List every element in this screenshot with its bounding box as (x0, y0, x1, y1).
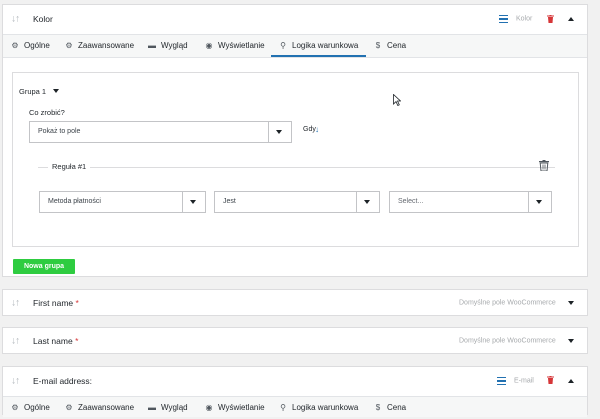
tab-zaawansowane[interactable]: ⚙ Zaawansowane (64, 35, 134, 57)
field-type-label: E-mail (514, 377, 534, 384)
field-panel-kolor: ↓↑ Kolor Kolor ⚙ Ogólne ⚙ Zaawansowane ▬ Wy… (2, 4, 588, 277)
rule-field-value: Metoda płatności (48, 198, 101, 205)
tab-wyswietlanie[interactable]: ◉ Wyświetlanie (204, 35, 265, 57)
rule-field-select[interactable]: Metoda płatności (39, 191, 206, 213)
field-header-kolor[interactable]: ↓↑ Kolor Kolor (3, 5, 587, 33)
dollar-icon: $ (375, 403, 381, 412)
tab-logika-warunkowa[interactable]: ⚲ Logika warunkowa (271, 35, 367, 57)
gear-icon: ⚙ (11, 403, 19, 412)
tab-cena[interactable]: $ Cena (373, 397, 406, 417)
rule-field-toggle[interactable] (182, 192, 205, 212)
group-label[interactable]: Grupa 1 (19, 87, 46, 96)
mouse-cursor-icon (393, 94, 401, 106)
chevron-down-icon (364, 200, 370, 204)
collapse-caret-icon[interactable] (568, 378, 574, 383)
expand-caret-icon[interactable] (568, 300, 574, 305)
tab-ogolne[interactable]: ⚙ Ogólne (10, 397, 49, 417)
rule-divider (38, 167, 555, 168)
list-icon (499, 15, 508, 23)
field-type-label: Domyślne pole WooCommerce (459, 299, 556, 306)
sort-handle-icon[interactable]: ↓↑ (11, 14, 20, 25)
rule-value-select[interactable]: Select... (389, 191, 552, 213)
when-arrow-icon: ↓ (315, 125, 319, 134)
group-chevron-down-icon[interactable] (53, 89, 59, 93)
rule-value-placeholder: Select... (398, 198, 424, 205)
tab-wyglad[interactable]: ▬ Wygląd (147, 397, 188, 417)
field-title: Last name * (33, 335, 79, 346)
field-header-email[interactable]: ↓↑ E-mail address: E-mail (3, 367, 587, 394)
tab-wyglad[interactable]: ▬ Wygląd (147, 35, 188, 57)
action-select-value: Pokaż to pole (38, 128, 81, 135)
sort-handle-icon[interactable]: ↓↑ (11, 335, 20, 346)
tab-logika-warunkowa[interactable]: ⚲ Logika warunkowa (278, 397, 358, 417)
field-panel-first-name[interactable]: ↓↑ First name * Domyślne pole WooCommerc… (2, 289, 588, 316)
sort-handle-icon[interactable]: ↓↑ (11, 297, 20, 308)
trash-icon[interactable] (547, 376, 554, 384)
logic-group-box: Grupa 1 Co zrobić? Pokaż to pole Gdy ↓ R… (12, 72, 579, 247)
field-title: Kolor (33, 14, 53, 24)
tab-cena[interactable]: $ Cena (373, 35, 406, 57)
paint-roller-icon: ▬ (148, 41, 156, 50)
action-label: Co zrobić? (29, 108, 65, 117)
expand-caret-icon[interactable] (568, 338, 574, 343)
eye-icon: ◉ (205, 41, 213, 50)
new-group-button[interactable]: Nowa grupa (13, 259, 75, 274)
field-panel-email: ↓↑ E-mail address: E-mail ⚙ Ogólne ⚙ Zaawa… (2, 366, 588, 417)
magic-wand-icon: ⚲ (280, 41, 286, 50)
field-tabs: ⚙ Ogólne ⚙ Zaawansowane ▬ Wygląd ◉ Wyświetla… (3, 396, 587, 417)
rule-operator-select[interactable]: Jest (214, 191, 380, 213)
chevron-down-icon (536, 200, 542, 204)
gears-icon: ⚙ (65, 41, 73, 50)
field-title: E-mail address: (33, 375, 93, 386)
tab-wyswietlanie[interactable]: ◉ Wyświetlanie (204, 397, 265, 417)
dollar-icon: $ (375, 41, 381, 50)
action-select[interactable]: Pokaż to pole (29, 121, 292, 143)
rule-operator-toggle[interactable] (356, 192, 379, 212)
field-type-label: Domyślne pole WooCommerce (459, 337, 556, 344)
collapse-caret-icon[interactable] (568, 17, 574, 21)
tab-zaawansowane[interactable]: ⚙ Zaawansowane (64, 397, 134, 417)
when-label: Gdy (303, 126, 316, 133)
paint-roller-icon: ▬ (148, 403, 156, 412)
magic-wand-icon: ⚲ (280, 403, 286, 412)
chevron-down-icon (190, 200, 196, 204)
field-title: First name * (33, 297, 79, 308)
trash-icon[interactable] (539, 160, 549, 171)
field-type-label: Kolor (516, 15, 533, 23)
sort-handle-icon[interactable]: ↓↑ (11, 375, 20, 386)
scrollbar-track[interactable] (590, 0, 600, 415)
trash-icon[interactable] (547, 15, 554, 23)
rule-label: Reguła #1 (48, 162, 91, 171)
eye-icon: ◉ (205, 403, 213, 412)
rule-value-toggle[interactable] (528, 192, 551, 212)
gears-icon: ⚙ (65, 403, 73, 412)
tab-ogolne[interactable]: ⚙ Ogólne (10, 35, 49, 57)
field-panel-last-name[interactable]: ↓↑ Last name * Domyślne pole WooCommerce (2, 327, 588, 354)
list-icon (497, 377, 506, 385)
rule-operator-value: Jest (223, 198, 236, 205)
action-select-toggle[interactable] (268, 122, 291, 142)
chevron-down-icon (276, 130, 282, 134)
field-tabs: ⚙ Ogólne ⚙ Zaawansowane ▬ Wygląd ◉ Wyświetla… (3, 34, 587, 58)
gear-icon: ⚙ (11, 41, 19, 50)
